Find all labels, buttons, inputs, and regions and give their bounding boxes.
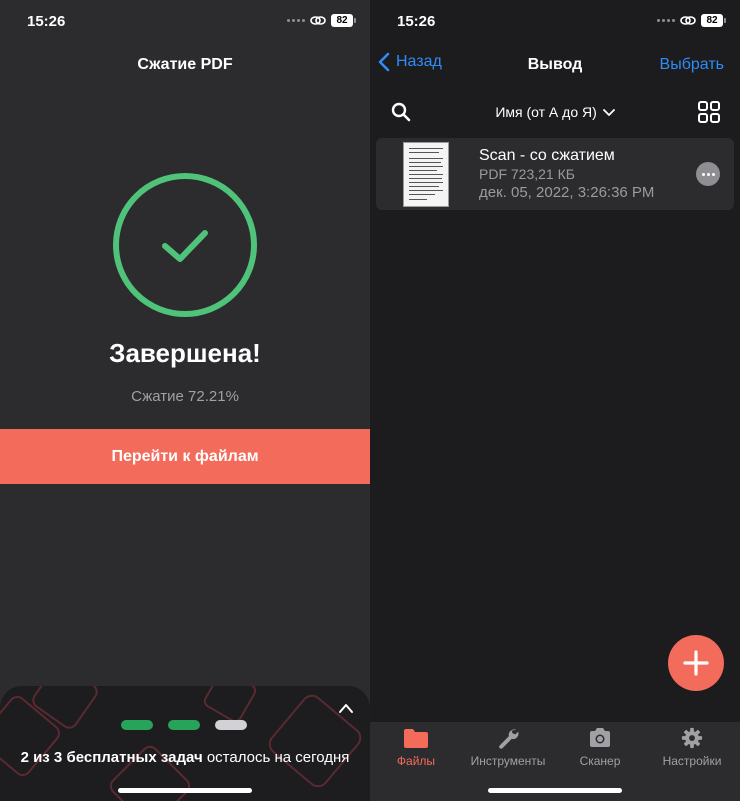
link-icon xyxy=(310,16,326,25)
tab-settings[interactable]: Настройки xyxy=(646,727,738,768)
tab-tools[interactable]: Инструменты xyxy=(462,727,554,768)
signal-icon xyxy=(657,19,675,22)
file-date: дек. 05, 2022, 3:26:36 PM xyxy=(479,184,655,201)
success-check-icon xyxy=(113,173,257,317)
sort-label: Имя (от А до Я) xyxy=(495,104,597,120)
compress-result-screen: 15:26 82 Сжатие PDF Завершена! Сжатие 72… xyxy=(0,0,370,801)
status-time: 15:26 xyxy=(397,13,436,30)
file-meta: PDF 723,21 КБ xyxy=(479,166,575,182)
battery-icon: 82 xyxy=(331,14,356,27)
more-options-button[interactable] xyxy=(696,162,720,186)
status-time: 15:26 xyxy=(27,13,66,30)
sort-dropdown[interactable]: Имя (от А до Я) xyxy=(370,104,740,120)
task-progress xyxy=(121,720,247,730)
compression-ratio: Сжатие 72.21% xyxy=(131,388,239,405)
status-bar: 15:26 82 xyxy=(370,0,740,44)
banner-pattern xyxy=(0,686,362,801)
file-name: Scan - со сжатием xyxy=(479,147,615,164)
signal-icon xyxy=(287,19,305,22)
nav-bar: Назад Вывод Выбрать xyxy=(370,52,740,80)
grid-view-icon[interactable] xyxy=(698,101,720,123)
page-title: Сжатие PDF xyxy=(137,56,233,73)
task-pill-used xyxy=(121,720,153,730)
task-pill-free xyxy=(215,720,247,730)
file-list-item[interactable]: Scan - со сжатием PDF 723,21 КБ дек. 05,… xyxy=(376,138,734,210)
output-files-screen: 15:26 82 Назад Вывод Выбрать Имя (от А д… xyxy=(370,0,740,801)
folder-icon xyxy=(404,729,428,748)
free-tasks-banner[interactable]: 2 из 3 бесплатных задач осталось на сего… xyxy=(0,686,370,801)
go-to-files-button[interactable]: Перейти к файлам xyxy=(0,429,370,484)
status-bar: 15:26 82 xyxy=(0,0,370,44)
select-button[interactable]: Выбрать xyxy=(660,56,724,74)
result-title: Завершена! xyxy=(109,338,261,368)
home-indicator xyxy=(118,788,252,793)
battery-icon: 82 xyxy=(701,14,726,27)
gear-icon xyxy=(681,727,703,749)
list-toolbar: Имя (от А до Я) xyxy=(370,100,740,124)
link-icon xyxy=(680,16,696,25)
camera-icon xyxy=(590,728,610,747)
tab-scanner[interactable]: Сканер xyxy=(554,727,646,768)
wrench-icon xyxy=(499,729,519,749)
tab-files[interactable]: Файлы xyxy=(370,727,462,768)
chevron-up-icon[interactable] xyxy=(338,702,354,714)
chevron-down-icon xyxy=(602,109,615,117)
add-button[interactable] xyxy=(668,635,724,691)
task-pill-used xyxy=(168,720,200,730)
free-tasks-text: 2 из 3 бесплатных задач осталось на сего… xyxy=(20,749,350,766)
pdf-thumbnail xyxy=(403,142,449,207)
home-indicator xyxy=(488,788,622,793)
plus-icon xyxy=(683,650,709,676)
